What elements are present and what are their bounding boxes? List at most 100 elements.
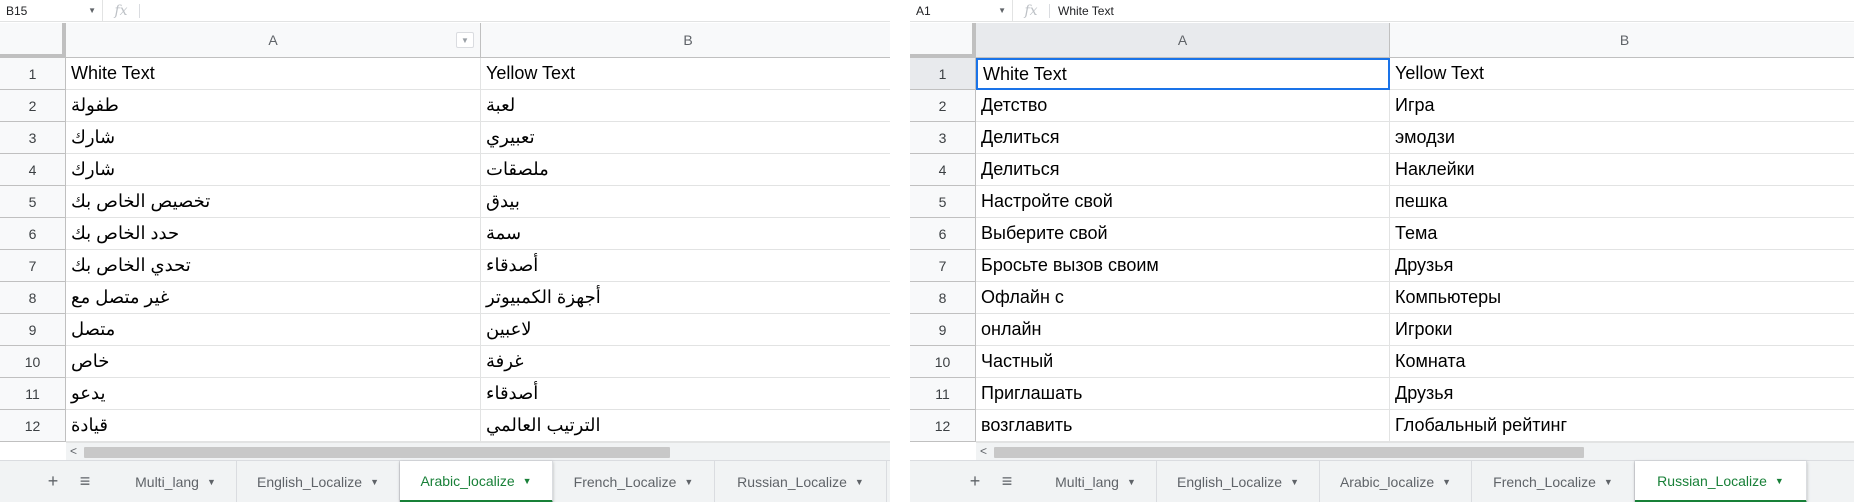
sheet-tab-multi-lang[interactable]: Multi_lang ▼ [1035, 461, 1157, 502]
all-sheets-icon[interactable]: ≡ [75, 471, 95, 492]
cell-b3[interactable]: تعبيري [481, 122, 890, 154]
row-header[interactable]: 6 [910, 218, 976, 250]
row-header[interactable]: 7 [910, 250, 976, 282]
cell-a5[interactable]: تخصيص الخاص بك [66, 186, 481, 218]
chevron-down-icon[interactable]: ▼ [1290, 477, 1299, 487]
sheet-tab-russian-localize[interactable]: Russian_Localize ▼ [715, 461, 887, 502]
cell-b5[interactable]: пешка [1390, 186, 1854, 218]
cell-a10[interactable]: خاص [66, 346, 481, 378]
cell-a1[interactable]: White Text [66, 58, 481, 90]
sheet-tab-multi-lang[interactable]: Multi_lang ▼ [115, 461, 237, 502]
chevron-down-icon[interactable]: ▼ [1775, 476, 1784, 486]
cell-b10[interactable]: Комната [1390, 346, 1854, 378]
cell-b5[interactable]: بيدق [481, 186, 890, 218]
sheet-tab-french-localize[interactable]: French_Localize ▼ [553, 461, 715, 502]
row-header[interactable]: 4 [910, 154, 976, 186]
row-header[interactable]: 2 [0, 90, 66, 122]
sheet-tab-arabic-localize[interactable]: Arabic_localize ▼ [400, 461, 553, 502]
cell-b11[interactable]: Друзья [1390, 378, 1854, 410]
select-all-corner[interactable] [0, 23, 66, 58]
cell-b4[interactable]: Наклейки [1390, 154, 1854, 186]
scroll-left-icon[interactable]: < [980, 444, 987, 458]
cell-a7[interactable]: Бросьте вызов своим [976, 250, 1390, 282]
cell-b7[interactable]: أصدقاء [481, 250, 890, 282]
cell-a4[interactable]: شارك [66, 154, 481, 186]
scrollbar-thumb[interactable] [84, 447, 670, 458]
sheet-tab-russian-localize[interactable]: Russian_Localize ▼ [1635, 461, 1807, 502]
cell-a2[interactable]: طفولة [66, 90, 481, 122]
cell-a3[interactable]: شارك [66, 122, 481, 154]
cell-a8[interactable]: Офлайн с [976, 282, 1390, 314]
row-header[interactable]: 1 [0, 58, 66, 90]
row-header[interactable]: 8 [0, 282, 66, 314]
all-sheets-icon[interactable]: ≡ [997, 471, 1017, 492]
row-header[interactable]: 9 [0, 314, 66, 346]
column-header-b[interactable]: B [481, 23, 890, 58]
cell-b7[interactable]: Друзья [1390, 250, 1854, 282]
add-sheet-icon[interactable]: + [43, 471, 63, 492]
cell-a5[interactable]: Настройте свой [976, 186, 1390, 218]
cell-a7[interactable]: تحدي الخاص بك [66, 250, 481, 282]
column-header-a[interactable]: A ▼ [66, 23, 481, 58]
cell-b9[interactable]: لاعبين [481, 314, 890, 346]
cell-b2[interactable]: لعبة [481, 90, 890, 122]
cell-a1[interactable]: White Text [976, 58, 1390, 90]
row-header[interactable]: 11 [910, 378, 976, 410]
sheet-tab-english-localize[interactable]: English_Localize ▼ [1157, 461, 1320, 502]
scrollbar-thumb[interactable] [994, 447, 1584, 458]
name-box[interactable]: A1 ▼ [910, 0, 1013, 22]
cell-b6[interactable]: Тема [1390, 218, 1854, 250]
chevron-down-icon[interactable]: ▼ [998, 6, 1006, 15]
row-header[interactable]: 3 [910, 122, 976, 154]
cell-b6[interactable]: سمة [481, 218, 890, 250]
cell-a12[interactable]: قيادة [66, 410, 481, 442]
cell-a6[interactable]: حدد الخاص بك [66, 218, 481, 250]
row-header[interactable]: 3 [0, 122, 66, 154]
filter-icon[interactable]: ▼ [456, 32, 474, 48]
row-header[interactable]: 1 [910, 58, 976, 90]
cell-b3[interactable]: эмодзи [1390, 122, 1854, 154]
cell-a10[interactable]: Частный [976, 346, 1390, 378]
cell-a4[interactable]: Делиться [976, 154, 1390, 186]
horizontal-scrollbar[interactable]: < [66, 442, 890, 460]
cell-a11[interactable]: يدعو [66, 378, 481, 410]
row-header[interactable]: 5 [910, 186, 976, 218]
row-header[interactable]: 11 [0, 378, 66, 410]
sheet-tab-english-localize[interactable]: English_Localize ▼ [237, 461, 400, 502]
row-header[interactable]: 12 [0, 410, 66, 442]
row-header[interactable]: 10 [910, 346, 976, 378]
column-header-a[interactable]: A [976, 23, 1390, 58]
cell-b8[interactable]: أجهزة الكمبيوتر [481, 282, 890, 314]
cell-b1[interactable]: Yellow Text [1390, 58, 1854, 90]
name-box[interactable]: B15 ▼ [0, 0, 103, 22]
cell-a12[interactable]: возглавить [976, 410, 1390, 442]
sheet-tab-french-localize[interactable]: French_Localize ▼ [1472, 461, 1635, 502]
cell-b12[interactable]: Глобальный рейтинг [1390, 410, 1854, 442]
row-header[interactable]: 4 [0, 154, 66, 186]
cell-b2[interactable]: Игра [1390, 90, 1854, 122]
row-header[interactable]: 10 [0, 346, 66, 378]
cell-a3[interactable]: Делиться [976, 122, 1390, 154]
chevron-down-icon[interactable]: ▼ [1604, 477, 1613, 487]
cell-b9[interactable]: Игроки [1390, 314, 1854, 346]
cell-a6[interactable]: Выберите свой [976, 218, 1390, 250]
chevron-down-icon[interactable]: ▼ [88, 6, 96, 15]
cell-a9[interactable]: متصل [66, 314, 481, 346]
select-all-corner[interactable] [910, 23, 976, 58]
cell-b1[interactable]: Yellow Text [481, 58, 890, 90]
cell-a8[interactable]: غير متصل مع [66, 282, 481, 314]
row-header[interactable]: 12 [910, 410, 976, 442]
cell-a11[interactable]: Приглашать [976, 378, 1390, 410]
chevron-down-icon[interactable]: ▼ [1127, 477, 1136, 487]
chevron-down-icon[interactable]: ▼ [207, 477, 216, 487]
row-header[interactable]: 8 [910, 282, 976, 314]
row-header[interactable]: 9 [910, 314, 976, 346]
column-header-b[interactable]: B [1390, 23, 1854, 58]
row-header[interactable]: 7 [0, 250, 66, 282]
chevron-down-icon[interactable]: ▼ [523, 476, 532, 486]
formula-input[interactable]: White Text [1058, 4, 1114, 18]
chevron-down-icon[interactable]: ▼ [370, 477, 379, 487]
cell-b10[interactable]: غرفة [481, 346, 890, 378]
add-sheet-icon[interactable]: + [965, 471, 985, 492]
row-header[interactable]: 5 [0, 186, 66, 218]
